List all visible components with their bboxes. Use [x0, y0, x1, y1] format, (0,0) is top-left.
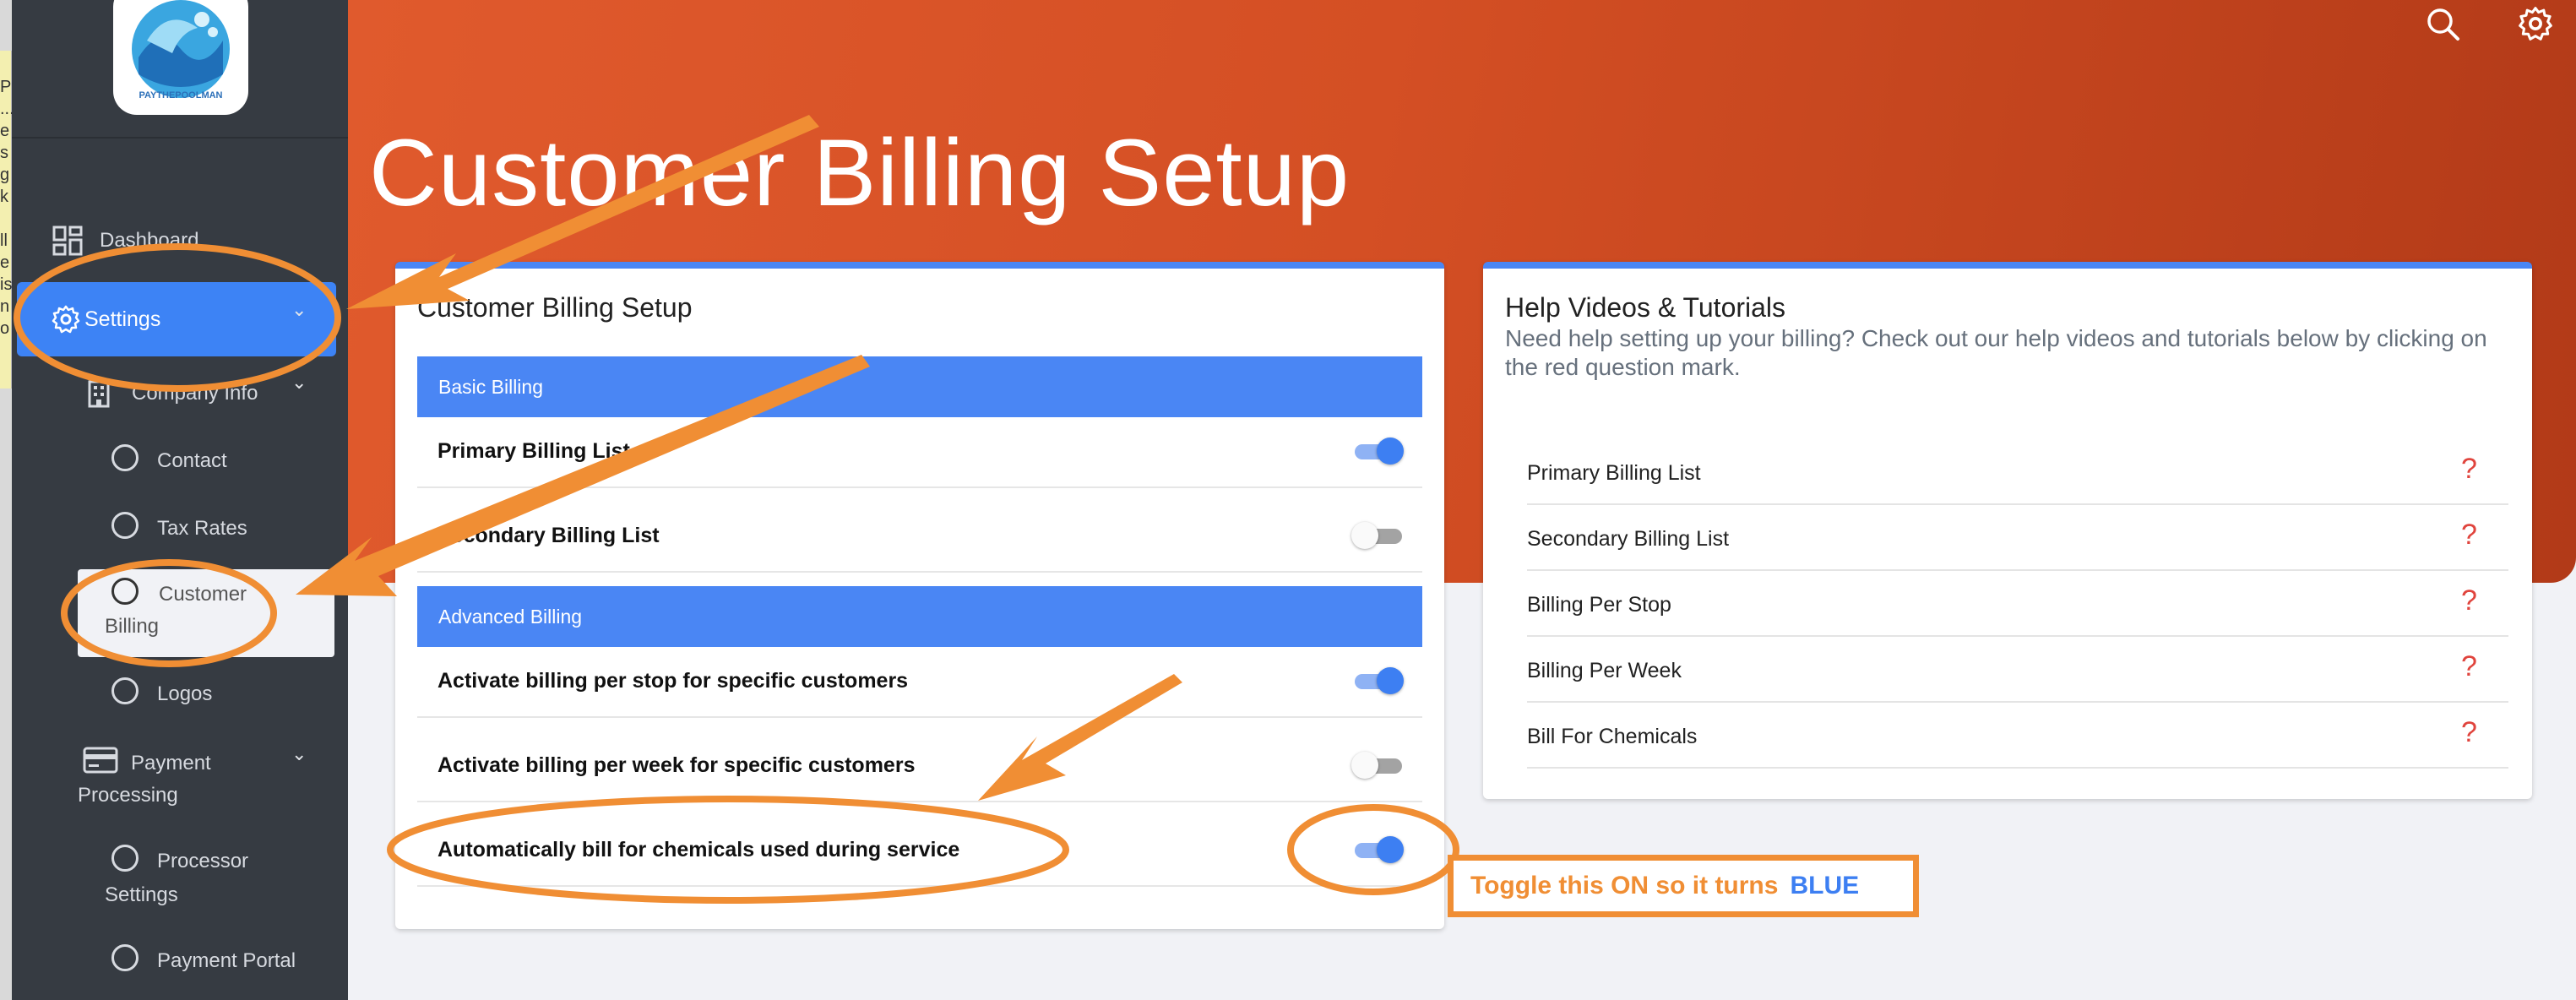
chevron-down-icon[interactable]: ⌄: [291, 743, 307, 765]
chevron-down-icon[interactable]: ⌄: [291, 299, 307, 321]
row-divider: [417, 486, 1422, 488]
question-mark-icon[interactable]: ?: [2461, 650, 2477, 683]
sidebar-item-label: Billing: [105, 615, 160, 638]
sidebar-item-label: Customer: [159, 583, 247, 606]
circle-icon: [111, 677, 139, 704]
toggle-secondary-billing[interactable]: [1351, 517, 1405, 554]
toggle-primary-billing[interactable]: [1351, 432, 1405, 470]
circle-icon: [111, 578, 139, 605]
annotation-note-highlight: BLUE: [1790, 872, 1860, 899]
circle-icon: [111, 845, 139, 872]
sidebar-item-contact[interactable]: Contact: [111, 444, 227, 473]
row-label-billing-per-stop: Activate billing per stop for specific c…: [437, 669, 909, 693]
question-mark-icon[interactable]: ?: [2461, 519, 2477, 552]
toggle-billing-per-stop[interactable]: [1351, 662, 1405, 699]
annotation-note-text: Toggle this ON so it turns: [1470, 872, 1779, 899]
help-item-label: Primary Billing List: [1527, 461, 1701, 485]
sidebar-item-label: Dashboard: [100, 229, 199, 252]
row-label-secondary-billing: Secondary Billing List: [437, 524, 660, 547]
card-title: Customer Billing Setup: [417, 292, 693, 323]
row-label-bill-chemicals: Automatically bill for chemicals used du…: [437, 838, 960, 861]
row-divider: [1527, 503, 2508, 505]
sidebar-item-company-info[interactable]: Company Info: [83, 377, 258, 410]
row-divider: [1527, 767, 2508, 769]
sidebar-item-label: Company Info: [132, 382, 258, 405]
chevron-down-icon[interactable]: ⌄: [291, 372, 307, 394]
sidebar-item-dashboard[interactable]: Dashboard: [51, 224, 198, 258]
row-divider: [1527, 701, 2508, 703]
app-logo[interactable]: PAYTHEPOOLMAN: [113, 0, 248, 115]
row-divider: [417, 716, 1422, 718]
question-mark-icon[interactable]: ?: [2461, 716, 2477, 749]
section-header-advanced-billing: Advanced Billing: [417, 586, 1422, 647]
sidebar-item-label: Tax Rates: [157, 517, 247, 540]
dashboard-icon: [51, 224, 84, 258]
sidebar-item-tax-rates[interactable]: Tax Rates: [111, 512, 247, 541]
sidebar-divider: [12, 137, 348, 139]
sidebar-item-label: Payment Portal: [157, 949, 296, 972]
sidebar-item-payment-processing[interactable]: Payment: [131, 752, 211, 775]
help-item-label: Bill For Chemicals: [1527, 725, 1698, 748]
toggle-billing-per-week[interactable]: [1351, 747, 1405, 784]
sidebar-item-label: Logos: [157, 682, 213, 705]
circle-icon: [111, 944, 139, 971]
help-item-label: Secondary Billing List: [1527, 527, 1730, 551]
row-label-primary-billing: Primary Billing List: [437, 439, 630, 463]
circle-icon: [111, 444, 139, 471]
row-divider: [417, 801, 1422, 802]
sidebar-item-label: Settings: [105, 883, 178, 906]
sidebar-item-label: Processing: [78, 784, 178, 807]
search-icon[interactable]: [2424, 5, 2465, 46]
question-mark-icon[interactable]: ?: [2461, 584, 2477, 617]
sidebar-item-processor-settings[interactable]: Processor: [111, 845, 248, 873]
building-icon: [83, 377, 117, 410]
card-title: Help Videos & Tutorials: [1505, 292, 1786, 323]
pool-logo-icon: PAYTHEPOOLMAN: [132, 0, 230, 101]
sidebar-item-label: Processor: [157, 850, 249, 872]
toggle-bill-chemicals[interactable]: [1351, 831, 1405, 868]
sidebar-item-label: Settings: [84, 307, 161, 331]
settings-icon: [51, 304, 81, 339]
question-mark-icon[interactable]: ?: [2461, 453, 2477, 486]
logo-wordmark: PAYTHEPOOLMAN: [139, 90, 222, 101]
circle-icon: [111, 512, 139, 539]
help-item-label: Billing Per Week: [1527, 659, 1682, 682]
help-item-label: Billing Per Stop: [1527, 593, 1671, 617]
sidebar-item-label: Contact: [157, 449, 227, 472]
row-divider: [417, 571, 1422, 573]
help-description: Need help setting up your billing? Check…: [1505, 325, 2487, 380]
annotation-note: Toggle this ON so it turns BLUE: [1448, 855, 1919, 917]
row-divider: [417, 885, 1422, 887]
row-label-billing-per-week: Activate billing per week for specific c…: [437, 753, 916, 777]
row-divider: [1527, 569, 2508, 571]
sidebar-item-logos[interactable]: Logos: [111, 677, 212, 706]
section-header-basic-billing: Basic Billing: [417, 356, 1422, 417]
background-note-text: P ... e s g k ll e is n o: [0, 78, 12, 338]
sidebar-item-payment-portal[interactable]: Payment Portal: [111, 944, 296, 973]
credit-card-icon: [83, 747, 118, 778]
page-title: Customer Billing Setup: [369, 120, 1350, 226]
gear-icon[interactable]: [2517, 5, 2557, 46]
row-divider: [1527, 635, 2508, 637]
